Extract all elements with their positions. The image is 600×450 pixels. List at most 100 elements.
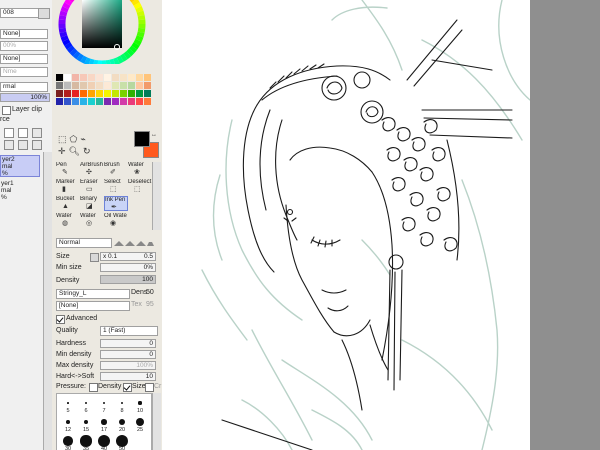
tex-value[interactable]: 95 xyxy=(146,300,154,309)
new-layer-icon[interactable] xyxy=(4,128,14,138)
color-swatch[interactable] xyxy=(80,82,87,89)
layer-effect-width[interactable]: Nme xyxy=(0,67,48,77)
pressure-size-checkbox[interactable] xyxy=(123,383,132,392)
color-swatch[interactable] xyxy=(128,74,135,81)
pressure-blend-checkbox[interactable] xyxy=(145,383,154,392)
advanced-checkbox[interactable] xyxy=(56,315,65,324)
color-swatch[interactable] xyxy=(136,98,143,105)
color-swatch[interactable] xyxy=(56,90,63,97)
tool-eraser[interactable]: Eraser ▭ xyxy=(80,179,104,194)
brush-size-dot[interactable] xyxy=(102,401,106,405)
layer-item-2[interactable]: yer2 mal % xyxy=(0,155,40,177)
copy-layer-icon[interactable] xyxy=(32,128,42,138)
color-swatch[interactable] xyxy=(128,98,135,105)
tool-binary[interactable]: Binary ◪ xyxy=(80,196,104,211)
color-swatch[interactable] xyxy=(144,90,151,97)
color-swatch-grid[interactable] xyxy=(56,74,154,106)
brush-size-dot[interactable] xyxy=(66,420,70,424)
color-swatch[interactable] xyxy=(128,90,135,97)
pressure-density-checkbox[interactable] xyxy=(89,383,98,392)
quality-select[interactable]: 1 (Fast) xyxy=(100,326,158,336)
color-wheel[interactable] xyxy=(58,0,158,64)
min-size-slider[interactable]: 0% xyxy=(100,263,156,272)
hard-soft-slider[interactable]: 10 xyxy=(100,372,156,381)
color-swatch[interactable] xyxy=(96,98,103,105)
color-swatch[interactable] xyxy=(64,82,71,89)
brush-texture-select[interactable]: Stringy_L xyxy=(56,289,130,299)
size-mult-icon[interactable] xyxy=(90,253,99,262)
color-swatch[interactable] xyxy=(120,90,127,97)
clear-layer-icon[interactable] xyxy=(18,140,28,150)
brush-size-dot[interactable] xyxy=(67,402,69,404)
color-swatch[interactable] xyxy=(136,90,143,97)
delete-layer-icon[interactable] xyxy=(32,140,42,150)
brush-size-dot[interactable] xyxy=(101,419,107,425)
brush-size-dot[interactable] xyxy=(136,418,144,426)
paper-texture-select[interactable]: [None] xyxy=(56,301,130,311)
color-swatch[interactable] xyxy=(136,74,143,81)
min-density-slider[interactable]: 0 xyxy=(100,350,156,359)
brush-size-dot[interactable] xyxy=(85,402,87,404)
color-swatch[interactable] xyxy=(104,98,111,105)
blend-mode-select[interactable]: rmal xyxy=(0,82,48,92)
color-swatch[interactable] xyxy=(64,74,71,81)
hardness-slider[interactable]: 0 xyxy=(100,339,156,348)
color-swatch[interactable] xyxy=(56,82,63,89)
color-swatch[interactable] xyxy=(144,82,151,89)
tool-airbrush[interactable]: AirBrush ✣ xyxy=(80,162,104,177)
tool-pen[interactable]: Pen ✎ xyxy=(56,162,80,177)
color-swatch[interactable] xyxy=(128,82,135,89)
color-swatch[interactable] xyxy=(64,90,71,97)
color-swatch[interactable] xyxy=(96,90,103,97)
size-slider[interactable]: x 0.1 0.5 xyxy=(100,252,156,261)
color-swatch[interactable] xyxy=(88,74,95,81)
color-swatch[interactable] xyxy=(112,74,119,81)
max-density-slider[interactable]: 100% xyxy=(100,361,156,370)
layer-effect-select[interactable]: None] xyxy=(0,54,48,64)
brush-size-dot[interactable] xyxy=(120,401,124,405)
merge-layer-icon[interactable] xyxy=(4,140,14,150)
view-tools[interactable]: ✛🔍︎↻ xyxy=(58,146,94,156)
color-swatch[interactable] xyxy=(80,90,87,97)
tool-grid-scrollbar[interactable] xyxy=(152,162,161,230)
tool-deselect[interactable]: Deselect ⬚ xyxy=(128,179,152,194)
brush-size-dot[interactable] xyxy=(63,436,73,446)
tool-ink-pen[interactable]: Ink Pen ✒ xyxy=(104,196,128,211)
tool-water[interactable]: Water ◎ xyxy=(80,213,104,228)
color-swatch[interactable] xyxy=(56,74,63,81)
color-swatch[interactable] xyxy=(104,90,111,97)
foreground-color[interactable] xyxy=(134,131,150,147)
color-swatch[interactable] xyxy=(72,98,79,105)
dens-value[interactable]: 50 xyxy=(146,288,154,297)
brush-mode-select[interactable]: Normal xyxy=(56,238,112,248)
color-swatch[interactable] xyxy=(56,98,63,105)
color-swatch[interactable] xyxy=(104,74,111,81)
tool-water[interactable]: Water ❀ xyxy=(128,162,152,177)
brush-size-dot[interactable] xyxy=(83,419,89,425)
color-swatch[interactable] xyxy=(72,74,79,81)
tool-water[interactable]: Water ◍ xyxy=(56,213,80,228)
color-swatch[interactable] xyxy=(112,82,119,89)
size-presets-scrollbar[interactable] xyxy=(152,393,161,450)
selection-tools[interactable]: ⬚⬠⌁ xyxy=(58,134,89,144)
color-swatch[interactable] xyxy=(64,98,71,105)
color-swatch[interactable] xyxy=(80,74,87,81)
layer-texture-select[interactable]: None] xyxy=(0,29,48,39)
brush-size-dot[interactable] xyxy=(80,435,92,447)
brush-size-dot[interactable] xyxy=(138,401,142,405)
color-swatch[interactable] xyxy=(120,74,127,81)
color-swatch[interactable] xyxy=(112,90,119,97)
color-swatch[interactable] xyxy=(96,74,103,81)
layer-opacity-slider[interactable]: 100% xyxy=(0,93,50,102)
color-swatch[interactable] xyxy=(136,82,143,89)
swap-color-icon[interactable]: ↔ xyxy=(151,132,157,138)
drawing-canvas[interactable] xyxy=(162,0,530,450)
tool-brush[interactable]: Brush ✐ xyxy=(104,162,128,177)
color-swatch[interactable] xyxy=(72,90,79,97)
layer-list-scrollbar[interactable] xyxy=(43,152,52,450)
color-swatch[interactable] xyxy=(80,98,87,105)
layer-setting-field[interactable]: 008 xyxy=(0,8,40,18)
brush-shape-selector[interactable] xyxy=(114,238,156,247)
layer-item-1[interactable]: yer1 mal % xyxy=(0,180,40,202)
tool-marker[interactable]: Marker ▮ xyxy=(56,179,80,194)
